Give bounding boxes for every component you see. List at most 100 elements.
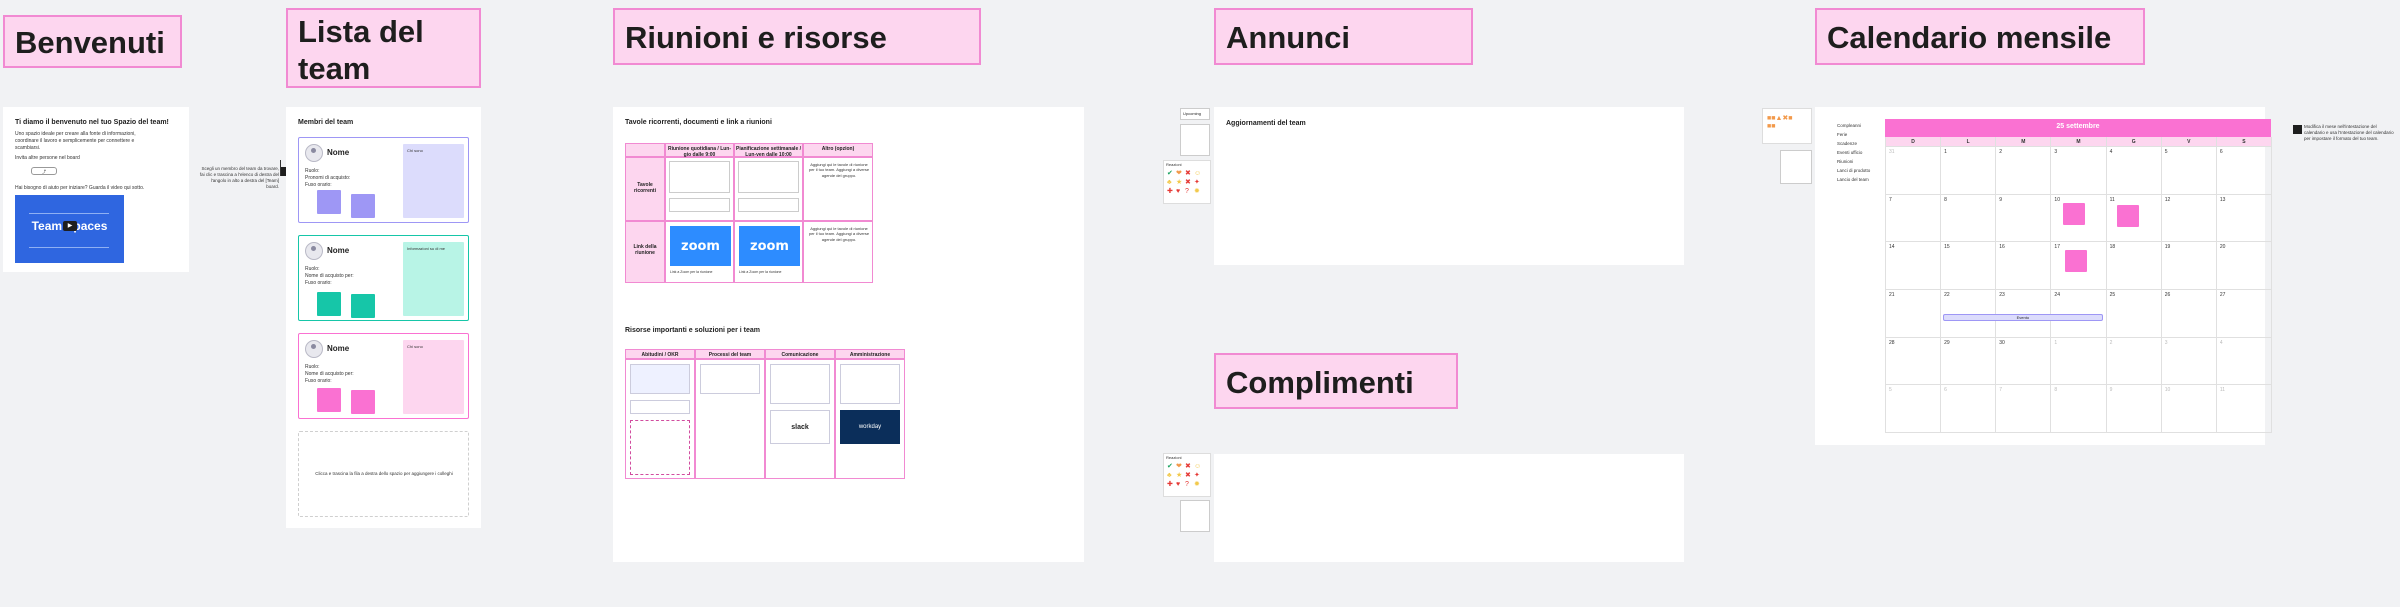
calendar-day[interactable]: 4 (2106, 147, 2162, 195)
heart-icon[interactable]: ❤ (1176, 463, 1184, 471)
star-icon[interactable]: ★ (1176, 179, 1184, 187)
workday-logo[interactable]: workday (840, 410, 900, 444)
heart-icon[interactable]: ♥ (1176, 188, 1184, 196)
doc-thumbnail[interactable] (630, 364, 690, 394)
calendar-day[interactable]: 11 (2216, 385, 2272, 433)
sun-icon[interactable]: ✹ (1194, 188, 1202, 196)
calendar-day[interactable]: 2 (2106, 337, 2162, 386)
table-cell[interactable]: zoom Link a Zoom per la riunione (734, 221, 803, 283)
calendar-day[interactable]: 20 (2216, 242, 2272, 290)
sticky-note[interactable] (1180, 124, 1210, 156)
question-icon[interactable]: ? (1185, 188, 1193, 196)
doc-thumbnail[interactable] (700, 364, 760, 394)
calendar-sticky-note[interactable] (2063, 202, 2086, 225)
calendar-day[interactable]: 29 (1941, 337, 1997, 386)
zoom-caption[interactable]: Link a Zoom per la riunione (670, 270, 712, 275)
sticky-note[interactable] (351, 390, 375, 414)
calendar-day[interactable]: 27 (2216, 290, 2272, 338)
calendar-day[interactable]: 7 (1996, 385, 2052, 433)
doc-link[interactable] (738, 198, 799, 212)
smile-icon[interactable]: ☺ (1194, 463, 1202, 471)
member-note[interactable]: Chi sono (403, 340, 464, 414)
table-cell[interactable] (665, 157, 734, 221)
calendar-day[interactable]: 28 (1886, 337, 1942, 386)
calendar-day[interactable]: 8 (2051, 385, 2107, 433)
cross-icon[interactable]: ✖ (1185, 463, 1193, 471)
doc-thumbnail[interactable] (669, 161, 730, 193)
thumbs-icon[interactable]: ♣ (1167, 179, 1175, 187)
calendar-day[interactable]: 5 (1886, 385, 1942, 433)
emoji-grid[interactable]: ✔ ❤ ✖ ☺ ♣ ★ ✖ ✦ ✚ ♥? ✹ (1167, 463, 1211, 489)
calendar-day[interactable]: 3 (2161, 337, 2217, 386)
calendar-day[interactable]: 5 (2161, 147, 2217, 195)
member-card-1[interactable]: Nome Ruolo: Pronomi di acquisto: Fuso or… (298, 137, 469, 223)
star-icon[interactable]: ★ (1176, 472, 1184, 480)
invite-button[interactable]: ⤴ (31, 167, 57, 175)
cross-icon[interactable]: ✖ (1185, 472, 1193, 480)
calendar-day[interactable]: 26 (2161, 290, 2217, 338)
calendar-day[interactable]: 16 (1996, 242, 2052, 290)
zoom-logo[interactable]: zoom (670, 226, 731, 266)
sticky-note[interactable] (351, 194, 375, 218)
calendar-day[interactable]: 13 (2216, 194, 2272, 243)
calendar-sticky-note[interactable] (2065, 250, 2088, 273)
calendar-day[interactable]: 31 (1886, 147, 1942, 195)
calendar-day[interactable]: 7 (1886, 194, 1942, 243)
add-member-placeholder[interactable]: Clicca e trascina la fila a destra dello… (298, 431, 469, 517)
heart-icon[interactable]: ♥ (1176, 481, 1184, 489)
sticky-note[interactable] (317, 190, 341, 214)
member-card-3[interactable]: Nome Ruolo: Nome di acquisto per: Fuso o… (298, 333, 469, 419)
resource-column[interactable]: workday (835, 359, 905, 479)
calendar-day[interactable]: 19 (2161, 242, 2217, 290)
calendar-day[interactable]: 9 (1996, 194, 2052, 243)
sticky-note[interactable] (630, 420, 690, 475)
sticky-note[interactable] (317, 292, 341, 316)
plus-icon[interactable]: ✚ (1167, 481, 1175, 489)
sticky-note[interactable] (317, 388, 341, 412)
calendar-day[interactable]: 21 (1886, 290, 1942, 338)
reactions-panel[interactable]: Reazioni ✔ ❤ ✖ ☺ ♣ ★ ✖ ✦ ✚ ♥? ✹ (1163, 160, 1211, 204)
calendar-day[interactable]: 3 (2051, 147, 2107, 195)
legend-panel[interactable]: ■■▲✖■ ■■ (1762, 108, 1812, 144)
sticky-note[interactable] (1180, 500, 1210, 532)
doc-thumbnail[interactable] (630, 400, 690, 414)
smile-icon[interactable]: ☺ (1194, 170, 1202, 178)
calendar-day[interactable]: 18 (2106, 242, 2162, 290)
calendar-day[interactable]: 15 (1941, 242, 1997, 290)
table-cell[interactable]: Aggiungi qui le tavole di riunione per i… (803, 157, 873, 221)
calendar-day[interactable]: 2 (1996, 147, 2052, 195)
calendar-day[interactable]: 1 (2051, 337, 2107, 386)
zoom-caption[interactable]: Link a Zoom per la riunione (739, 270, 781, 275)
resource-column[interactable]: slack (765, 359, 835, 479)
calendar-day[interactable]: 12 (2161, 194, 2217, 243)
calendar-day[interactable]: 6 (1941, 385, 1997, 433)
party-icon[interactable]: ✦ (1194, 472, 1202, 480)
heart-icon[interactable]: ❤ (1176, 170, 1184, 178)
calendar-day[interactable]: 4 (2216, 337, 2272, 386)
check-icon[interactable]: ✔ (1167, 170, 1175, 178)
plus-icon[interactable]: ✚ (1167, 188, 1175, 196)
play-icon[interactable]: ▶ (63, 221, 77, 231)
reactions-panel[interactable]: Reazioni ✔ ❤ ✖ ☺ ♣ ★ ✖ ✦ ✚ ♥? ✹ (1163, 453, 1211, 497)
doc-thumbnail[interactable] (738, 161, 799, 193)
sticky-note[interactable]: Upcoming (1180, 108, 1210, 120)
party-icon[interactable]: ✦ (1194, 179, 1202, 187)
sticky-note[interactable] (351, 294, 375, 318)
question-icon[interactable]: ? (1185, 481, 1193, 489)
calendar-day[interactable]: 25 (2106, 290, 2162, 338)
table-cell[interactable]: zoom Link a Zoom per la riunione (665, 221, 734, 283)
calendar-day[interactable]: 8 (1941, 194, 1997, 243)
calendar-event[interactable]: Evento (1943, 314, 2103, 321)
cross-icon[interactable]: ✖ (1185, 179, 1193, 187)
member-card-2[interactable]: Nome Ruolo: Nome di acquisto per: Fuso o… (298, 235, 469, 321)
check-icon[interactable]: ✔ (1167, 463, 1175, 471)
member-note[interactable]: Chi sono (403, 144, 464, 218)
resource-column[interactable] (625, 359, 695, 479)
doc-thumbnail[interactable] (840, 364, 900, 404)
member-note[interactable]: Informazioni su di me (403, 242, 464, 316)
calendar-day[interactable]: 1 (1941, 147, 1997, 195)
calendar-day[interactable]: 9 (2106, 385, 2162, 433)
table-cell[interactable] (734, 157, 803, 221)
doc-link[interactable] (669, 198, 730, 212)
calendar-sticky-note[interactable] (2116, 204, 2139, 227)
